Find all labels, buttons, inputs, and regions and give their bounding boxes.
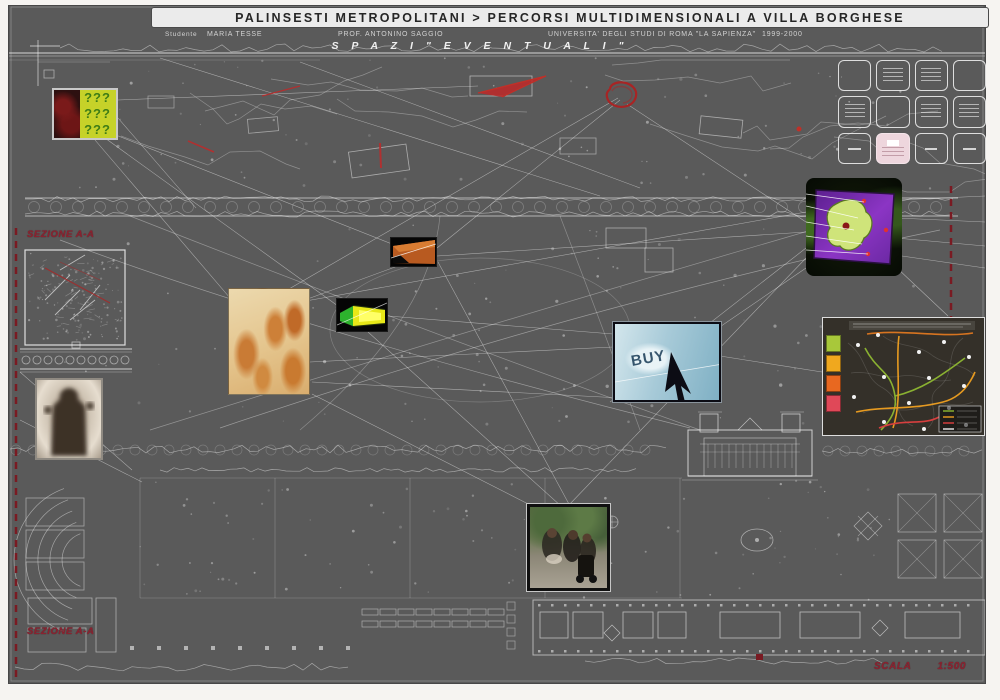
- orange-corridor-render: [390, 237, 437, 267]
- question-row: ???: [84, 122, 116, 138]
- route-analysis-map: [822, 317, 985, 436]
- poster-subtitle: S P A Z I " E V E N T U A L I ": [250, 40, 710, 52]
- scanned-poster-page: PALINSESTI METROPOLITANI > PERCORSI MULT…: [0, 0, 1000, 700]
- route-map-drawing: [823, 318, 984, 435]
- buy-button-photo: BUY: [613, 322, 721, 402]
- scale-note: SCALA 1:500: [874, 661, 966, 672]
- corridor-shape: [337, 299, 387, 331]
- thermal-screen-drawing: [806, 178, 902, 276]
- index-cell: [953, 60, 986, 91]
- student-label: Studente: [165, 31, 197, 38]
- reaching-hands-photo: [228, 288, 310, 395]
- cursor-arrow-icon: [615, 324, 721, 402]
- park-bench-photo: [527, 504, 610, 591]
- index-cell: [915, 60, 948, 91]
- poster-title: PALINSESTI METROPOLITANI > PERCORSI MULT…: [235, 11, 905, 25]
- scale-label: SCALA: [874, 661, 911, 672]
- scale-value: 1:500: [937, 661, 966, 672]
- university-name: UNIVERSITA' DEGLI STUDI DI ROMA "LA SAPI…: [548, 31, 756, 38]
- legend-swatch: [826, 395, 841, 412]
- question-marks-inset: ??? ??? ???: [52, 88, 118, 140]
- ghost-figure-photo: [35, 378, 103, 460]
- section-label-top: SEZIONE A-A: [27, 229, 94, 240]
- question-marks-panel: ??? ??? ???: [80, 90, 116, 138]
- route-map-legend: [826, 335, 841, 412]
- index-cell: [876, 60, 909, 91]
- index-cell-highlighted: [876, 133, 909, 164]
- question-row: ???: [84, 90, 116, 106]
- red-texture-image: [54, 90, 80, 138]
- index-cell: [876, 96, 909, 127]
- legend-swatch: [826, 335, 841, 352]
- question-row: ???: [84, 106, 116, 122]
- figures-drawing: [530, 507, 607, 588]
- index-cell: [953, 96, 986, 127]
- index-cell: [838, 133, 871, 164]
- academic-years: 1999-2000: [762, 31, 803, 38]
- professor-name: PROF. ANTONINO SAGGIO: [338, 31, 443, 38]
- section-label-bottom: SEZIONE A-A: [27, 626, 94, 637]
- index-cell: [953, 133, 986, 164]
- silhouette-drawing: [37, 380, 101, 458]
- index-cell: [838, 60, 871, 91]
- green-corridor-render: [336, 298, 388, 332]
- index-cell: [915, 133, 948, 164]
- board-index-grid: [838, 60, 986, 164]
- index-cell: [838, 96, 871, 127]
- student-name: MARIA TESSE: [207, 31, 262, 38]
- thermal-map-screen: [806, 178, 902, 276]
- index-cell: [915, 96, 948, 127]
- title-band: PALINSESTI METROPOLITANI > PERCORSI MULT…: [152, 8, 988, 27]
- legend-swatch: [826, 355, 841, 372]
- legend-swatch: [826, 375, 841, 392]
- corridor-shape: [391, 238, 436, 266]
